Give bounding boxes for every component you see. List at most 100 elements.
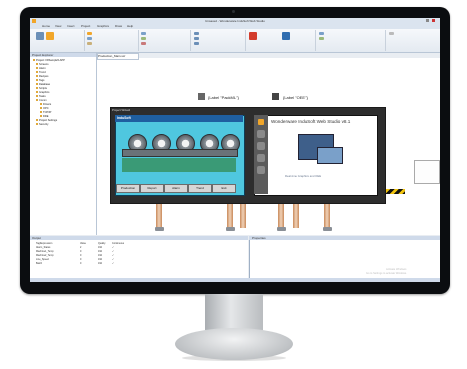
table-cell[interactable]: ✓: [112, 246, 114, 249]
production-button[interactable]: Production: [116, 184, 140, 193]
help-icon[interactable]: [257, 166, 265, 174]
menu-draw[interactable]: Draw: [115, 24, 122, 28]
verify-icon[interactable]: [319, 37, 324, 40]
menu-help[interactable]: Help: [127, 24, 133, 28]
output-header: [30, 236, 248, 240]
new-project-icon[interactable]: [36, 32, 44, 40]
pipe: [293, 202, 299, 228]
tree-item[interactable]: Recipes: [36, 75, 48, 78]
tree-label: Database: [39, 83, 51, 86]
tree-label: Tags: [39, 79, 45, 82]
hmi-header: [115, 115, 243, 122]
tree-item[interactable]: Tasks: [36, 95, 46, 98]
monitor-stand-base: [175, 328, 293, 360]
table-cell[interactable]: ✓: [112, 250, 114, 253]
stop-icon[interactable]: [282, 32, 290, 40]
trend-icon[interactable]: [141, 42, 146, 45]
tree-item-project[interactable]: Project: IWSample5.APP: [33, 59, 65, 62]
tree-item[interactable]: Screens: [36, 63, 49, 66]
status-bar: [30, 278, 440, 282]
tree-item[interactable]: Drivers: [40, 103, 51, 106]
script-icon[interactable]: [194, 42, 199, 45]
properties-header: [249, 236, 440, 240]
open-project-icon[interactable]: [46, 32, 54, 40]
table-cell: 0: [80, 258, 82, 261]
options-icon[interactable]: [389, 32, 394, 35]
menu-project[interactable]: Project: [81, 24, 90, 28]
monitor-stand-neck: [205, 294, 263, 330]
folder-icon: [36, 95, 38, 97]
table-cell[interactable]: ✓: [112, 254, 114, 257]
folder-icon: [36, 99, 38, 101]
tree-item[interactable]: Comm: [36, 99, 47, 102]
new-icon[interactable]: [257, 130, 265, 138]
folder-icon: [36, 79, 38, 81]
column-header: Value: [80, 242, 86, 245]
copy-icon[interactable]: [87, 37, 92, 40]
hmi-logo: InduSoft: [117, 116, 131, 120]
folder-icon: [36, 75, 38, 77]
folder-icon: [36, 91, 38, 93]
screen-icon[interactable]: [194, 32, 199, 35]
tree-item[interactable]: Alarm: [36, 67, 46, 70]
tree-item[interactable]: Security: [36, 123, 48, 126]
folder-icon: [40, 103, 42, 105]
tree-item[interactable]: Graphics: [36, 91, 49, 94]
folder-icon: [40, 115, 42, 117]
tree-label: Comm: [39, 99, 47, 102]
table-cell: 192: [98, 254, 102, 257]
driver-icon[interactable]: [194, 37, 199, 40]
alarm-button[interactable]: Alarm: [164, 184, 188, 193]
menu-view[interactable]: View: [55, 24, 61, 28]
explorer-title: Project Explorer: [32, 53, 54, 57]
publish-icon[interactable]: [319, 32, 324, 35]
splash-footer: Real-time Graphics and OEE: [285, 174, 322, 178]
table-cell: 192: [98, 258, 102, 261]
label-oee: {Label "OEE"}: [283, 95, 308, 100]
minimize-icon[interactable]: [426, 19, 429, 22]
chart-icon: [272, 93, 279, 100]
tree-item[interactable]: Trend: [36, 71, 46, 74]
folder-icon: [36, 87, 38, 89]
tree-item[interactable]: Project Settings: [36, 119, 57, 122]
close-icon[interactable]: [432, 19, 435, 22]
open-icon[interactable]: [257, 142, 265, 150]
exit-button[interactable]: Exit: [212, 184, 236, 193]
table-cell: 192: [98, 262, 102, 265]
tree-item[interactable]: TCP/IP: [40, 111, 51, 114]
clipboard-icon[interactable]: [87, 32, 92, 35]
camera-dot: [232, 10, 235, 13]
tree-label: OPC: [43, 107, 49, 110]
folder-icon: [36, 83, 38, 85]
table-cell[interactable]: ✓: [112, 258, 114, 261]
ribbon-group-divider: [138, 30, 139, 51]
tree-item[interactable]: Scripts: [36, 87, 47, 90]
paste-icon[interactable]: [87, 42, 92, 45]
alarm-icon[interactable]: [141, 37, 146, 40]
tree-label: Recipes: [39, 75, 49, 78]
pipe: [156, 202, 162, 228]
table-cell[interactable]: ✓: [112, 262, 114, 265]
menu-graphics[interactable]: Graphics: [97, 24, 109, 28]
tooltip-panel: [414, 160, 440, 184]
folder-icon: [40, 107, 42, 109]
ribbon-group-divider: [385, 30, 386, 51]
tree-item[interactable]: Tags: [36, 79, 44, 82]
tree-item[interactable]: DDE: [40, 115, 48, 118]
table-cell: Line_Speed: [36, 258, 49, 261]
tree-item[interactable]: Database: [36, 83, 50, 86]
tag-icon[interactable]: [141, 32, 146, 35]
tree-item[interactable]: OPC: [40, 107, 49, 110]
trend-button[interactable]: Trend: [188, 184, 212, 193]
tree-label: Security: [39, 123, 49, 126]
folder-icon: [33, 59, 35, 61]
menu-home[interactable]: Home: [42, 24, 50, 28]
report-button[interactable]: Report: [140, 184, 164, 193]
ribbon-group-divider: [190, 30, 191, 51]
run-icon[interactable]: [249, 32, 257, 40]
document-tab[interactable]: Production_Main.scr: [97, 53, 139, 60]
column-header: Tag/Expression: [36, 242, 53, 245]
tree-label: Project Settings: [39, 119, 58, 122]
recent-icon[interactable]: [257, 154, 265, 162]
menu-insert[interactable]: Insert: [67, 24, 75, 28]
